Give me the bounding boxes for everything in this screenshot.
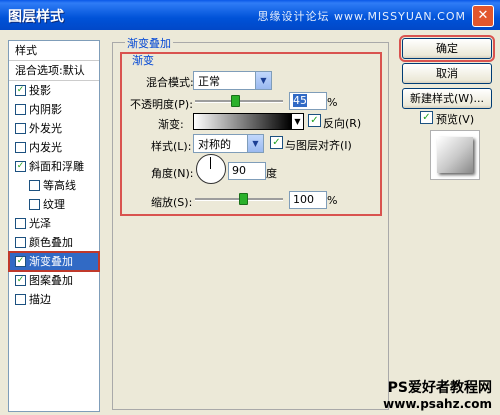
style-item-contour[interactable]: 等高线 (9, 176, 99, 195)
angle-label: 角度(N): (151, 167, 194, 180)
cancel-button[interactable]: 取消 (402, 63, 492, 84)
watermark-text: 思缘设计论坛 www.MISSYUAN.COM (257, 10, 466, 23)
opacity-input[interactable]: 45 (289, 92, 327, 110)
style-item-label: 图案叠加 (29, 274, 73, 287)
title-bar: 图层样式 思缘设计论坛 www.MISSYUAN.COM ✕ (0, 0, 500, 30)
angle-unit: 度 (266, 167, 277, 180)
inner-shadow-checkbox[interactable] (15, 103, 26, 115)
new-style-button[interactable]: 新建样式(W)... (402, 88, 492, 109)
style-item-label: 外发光 (29, 122, 62, 135)
color-overlay-checkbox[interactable] (15, 236, 26, 248)
blend-mode-value: 正常 (198, 75, 220, 88)
style-item-drop-shadow[interactable]: ✓ 投影 (9, 81, 99, 100)
angle-dial[interactable] (196, 154, 226, 184)
style-item-label: 颜色叠加 (29, 236, 73, 249)
chevron-down-icon: ▼ (292, 114, 303, 129)
style-item-label: 等高线 (43, 179, 76, 192)
align-with-layer-label: 与图层对齐(I) (285, 139, 352, 152)
section-title: 渐变 (132, 54, 154, 67)
opacity-unit: % (327, 96, 338, 109)
style-item-pattern-overlay[interactable]: ✓ 图案叠加 (9, 271, 99, 290)
styles-list: 样式 混合选项:默认 ✓ 投影 内阴影 外发光 内发光 ✓ 斜面和浮雕 等高线 纹理… (8, 40, 100, 412)
angle-value: 90 (232, 164, 246, 177)
close-icon[interactable]: ✕ (472, 5, 494, 27)
opacity-slider-thumb[interactable] (230, 95, 240, 107)
reverse-checkbox[interactable]: ✓ (308, 114, 321, 127)
style-preview-thumbnail (430, 130, 480, 180)
style-item-label: 内发光 (29, 141, 62, 154)
chevron-down-icon: ▼ (255, 72, 271, 89)
style-item-texture[interactable]: 纹理 (9, 195, 99, 214)
reverse-label: 反向(R) (323, 117, 362, 130)
style-item-stroke[interactable]: 描边 (9, 290, 99, 309)
style-item-label: 投影 (29, 84, 51, 97)
style-item-satin[interactable]: 光泽 (9, 214, 99, 233)
satin-checkbox[interactable] (15, 217, 26, 229)
gradient-swatch[interactable] (193, 113, 292, 130)
align-with-layer-checkbox[interactable]: ✓ (270, 136, 283, 149)
drop-shadow-checkbox[interactable]: ✓ (15, 84, 26, 96)
preview-label: 预览(V) (436, 113, 475, 126)
window-title: 图层样式 (8, 9, 64, 25)
preview-swatch (437, 137, 473, 173)
scale-input[interactable]: 100 (289, 191, 327, 209)
stroke-checkbox[interactable] (15, 293, 26, 305)
angle-input[interactable]: 90 (228, 162, 266, 180)
style-item-outer-glow[interactable]: 外发光 (9, 119, 99, 138)
ok-button[interactable]: 确定 (399, 35, 495, 62)
bevel-emboss-checkbox[interactable]: ✓ (15, 160, 26, 172)
style-item-inner-glow[interactable]: 内发光 (9, 138, 99, 157)
style-item-label: 内阴影 (29, 103, 62, 116)
scale-unit: % (327, 194, 338, 207)
scale-label: 缩放(S): (151, 196, 193, 209)
inner-glow-checkbox[interactable] (15, 141, 26, 153)
blend-mode-select[interactable]: 正常 ▼ (193, 71, 272, 90)
style-label: 样式(L): (151, 140, 192, 153)
gradient-picker-button[interactable]: ▼ (291, 113, 304, 130)
blend-mode-label: 混合模式: (146, 76, 194, 89)
pattern-overlay-checkbox[interactable]: ✓ (15, 274, 26, 286)
style-item-label: 斜面和浮雕 (29, 160, 84, 173)
style-item-gradient-overlay[interactable]: ✓ 渐变叠加 (8, 251, 100, 272)
texture-checkbox[interactable] (29, 198, 40, 210)
style-value: 对称的 (198, 138, 231, 151)
style-item-color-overlay[interactable]: 颜色叠加 (9, 233, 99, 252)
chevron-down-icon: ▼ (247, 135, 263, 152)
angle-dial-needle (210, 157, 211, 169)
style-select[interactable]: 对称的 ▼ (193, 134, 264, 153)
contour-checkbox[interactable] (29, 179, 40, 191)
styles-header-label: 样式 (15, 44, 37, 57)
blending-options-label: 混合选项:默认 (15, 64, 85, 77)
gradient-label: 渐变: (158, 118, 184, 131)
style-item-bevel-emboss[interactable]: ✓ 斜面和浮雕 (9, 157, 99, 176)
blending-options-item[interactable]: 混合选项:默认 (9, 61, 99, 81)
group-title: 渐变叠加 (125, 35, 173, 51)
style-item-label: 渐变叠加 (29, 255, 73, 268)
style-item-label: 光泽 (29, 217, 51, 230)
opacity-label: 不透明度(P): (130, 98, 193, 111)
outer-glow-checkbox[interactable] (15, 122, 26, 134)
opacity-value: 45 (293, 94, 307, 107)
scale-value: 100 (293, 193, 314, 206)
styles-header[interactable]: 样式 (9, 41, 99, 61)
footer-watermark: PS爱好者教程网 www.psahz.com (383, 377, 492, 411)
gradient-overlay-checkbox[interactable]: ✓ (15, 255, 26, 267)
style-item-label: 纹理 (43, 198, 65, 211)
scale-slider-thumb[interactable] (239, 193, 249, 205)
style-item-inner-shadow[interactable]: 内阴影 (9, 100, 99, 119)
footer-line2: www.psahz.com (383, 397, 492, 411)
footer-line1: PS爱好者教程网 (387, 380, 492, 396)
style-item-label: 描边 (29, 293, 51, 306)
preview-checkbox[interactable]: ✓ (420, 111, 433, 124)
